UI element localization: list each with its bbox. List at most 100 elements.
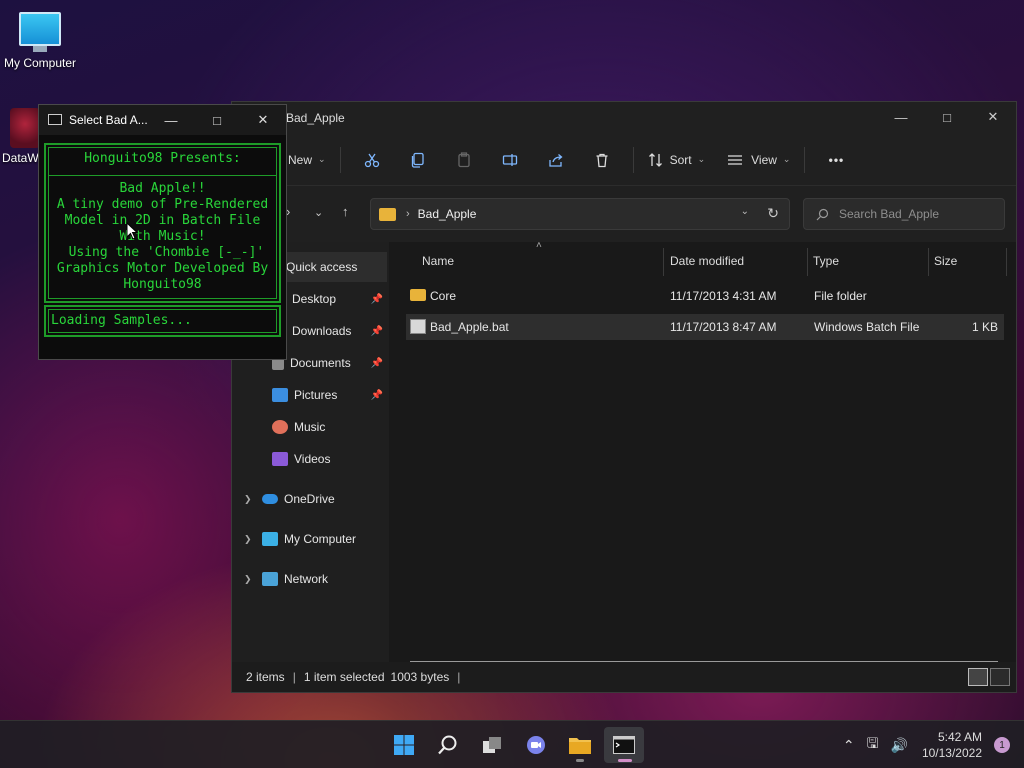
- desktop-icon-my-computer[interactable]: My Computer: [0, 8, 80, 70]
- taskbar-search-button[interactable]: [428, 727, 468, 763]
- nav-item-onedrive[interactable]: ❯ OneDrive: [232, 484, 387, 514]
- chevron-down-icon: ⌄: [318, 154, 326, 164]
- clock[interactable]: 5:42 AM 10/13/2022: [922, 729, 982, 761]
- console-close-button[interactable]: ✕: [240, 105, 286, 135]
- console-minimize-button[interactable]: —: [148, 105, 194, 135]
- close-button[interactable]: ✕: [970, 102, 1016, 132]
- console-line: A tiny demo of Pre-Rendered: [56, 197, 269, 212]
- share-icon: [548, 153, 563, 167]
- delete-button[interactable]: [579, 143, 625, 177]
- chat-icon: [527, 736, 545, 754]
- cloud-icon: [262, 494, 278, 504]
- trash-icon: [596, 153, 608, 167]
- recent-locations-chevron-icon[interactable]: ⌄: [314, 206, 323, 219]
- console-line: With Music!: [119, 229, 206, 244]
- up-arrow-icon[interactable]: ↑: [342, 204, 349, 219]
- nav-item-pictures[interactable]: Pictures 📌: [232, 380, 387, 410]
- column-divider[interactable]: [807, 248, 808, 276]
- nav-item-my-computer[interactable]: ❯ My Computer: [232, 524, 387, 554]
- expand-chevron-icon[interactable]: ❯: [244, 534, 252, 545]
- pictures-icon: [272, 388, 288, 402]
- view-button[interactable]: View ⌄: [721, 143, 796, 177]
- column-divider[interactable]: [928, 248, 929, 276]
- rename-button[interactable]: [487, 143, 533, 177]
- start-button[interactable]: [384, 727, 424, 763]
- chevron-down-icon: ⌄: [697, 154, 706, 164]
- more-options-button[interactable]: •••: [813, 143, 859, 177]
- taskbar: ⌃ 🖫 🔊 5:42 AM 10/13/2022 1: [0, 720, 1024, 768]
- teams-chat-button[interactable]: [516, 727, 556, 763]
- console-line: Model in 2D in Batch File: [64, 213, 261, 228]
- explorer-title: Bad_Apple: [286, 111, 345, 125]
- console-title: Select Bad A...: [69, 113, 148, 127]
- copy-button[interactable]: [395, 143, 441, 177]
- minimize-button[interactable]: —: [878, 102, 924, 132]
- music-icon: [272, 420, 288, 434]
- monitor-icon: [19, 12, 61, 46]
- column-header-date-modified[interactable]: Date modified: [670, 254, 744, 276]
- console-maximize-button[interactable]: □: [194, 105, 240, 135]
- column-header-type[interactable]: Type: [813, 254, 839, 276]
- new-button[interactable]: New ⌄: [282, 143, 332, 177]
- console-status-box: Loading Samples...: [44, 305, 281, 337]
- pin-icon: 📌: [370, 389, 383, 401]
- column-divider[interactable]: [663, 248, 664, 276]
- console-titlebar[interactable]: Select Bad A... — □ ✕: [39, 105, 286, 135]
- search-input[interactable]: [839, 207, 989, 221]
- dataw-icon: [10, 108, 40, 148]
- notification-badge[interactable]: 1: [994, 737, 1010, 753]
- file-row-core[interactable]: Core 11/17/2013 4:31 AM File folder: [406, 283, 1004, 309]
- sort-button[interactable]: Sort ⌄: [642, 143, 712, 177]
- batch-file-icon: [410, 319, 426, 334]
- column-divider[interactable]: [1006, 248, 1007, 276]
- details-view-button[interactable]: [968, 668, 988, 686]
- breadcrumb-bad-apple[interactable]: Bad_Apple: [418, 207, 477, 221]
- console-icon: [48, 114, 62, 125]
- explorer-titlebar[interactable]: Bad_Apple — □ ✕: [232, 102, 1016, 134]
- file-explorer-taskbar-button[interactable]: [560, 727, 600, 763]
- nav-item-videos[interactable]: Videos: [232, 444, 387, 474]
- network-icon: [262, 572, 278, 586]
- view-list-icon: [728, 154, 743, 165]
- scissors-icon: [364, 153, 379, 167]
- clock-time: 5:42 AM: [937, 730, 982, 744]
- file-explorer-window: Bad_Apple — □ ✕ New ⌄ Sort ⌄ View ⌄ ••• …: [231, 101, 1017, 693]
- console-taskbar-button[interactable]: [604, 727, 644, 763]
- search-box[interactable]: [803, 198, 1005, 230]
- videos-icon: [272, 452, 288, 466]
- volume-icon[interactable]: 🔊: [891, 737, 908, 754]
- pin-icon: 📌: [370, 325, 383, 337]
- address-bar[interactable]: › Bad_Apple ⌄ ↻: [370, 198, 790, 230]
- console-window: Select Bad A... — □ ✕ Honguito98 Present…: [38, 104, 287, 360]
- expand-chevron-icon[interactable]: ❯: [244, 574, 252, 585]
- computer-icon: [262, 532, 278, 546]
- maximize-button[interactable]: □: [924, 102, 970, 132]
- cut-button[interactable]: [349, 143, 395, 177]
- clock-date: 10/13/2022: [921, 746, 982, 760]
- desktop-icon-label: DataW: [2, 151, 39, 165]
- expand-chevron-icon[interactable]: ❯: [244, 494, 252, 505]
- desktop-icon-dataw[interactable]: DataW: [0, 108, 40, 165]
- large-icons-view-button[interactable]: [990, 668, 1010, 686]
- show-hidden-icons-chevron-icon[interactable]: ⌃: [843, 737, 855, 754]
- console-line: Bad Apple!!: [119, 181, 206, 196]
- console-line: Using the 'Chombie [-_-]': [60, 245, 265, 260]
- search-icon: [438, 735, 457, 755]
- share-button[interactable]: [533, 143, 579, 177]
- console-line: Honguito98: [123, 277, 202, 292]
- nav-item-network[interactable]: ❯ Network: [232, 564, 387, 594]
- nav-item-music[interactable]: Music: [232, 412, 387, 442]
- column-header-name[interactable]: Name: [422, 254, 454, 276]
- explorer-address-row: › ⌄ ↑ › Bad_Apple ⌄ ↻: [232, 186, 1016, 242]
- pin-icon: 📌: [370, 357, 383, 369]
- status-bar: 2 items | 1 item selected 1003 bytes |: [232, 662, 1016, 692]
- refresh-icon[interactable]: ↻: [767, 205, 779, 222]
- paste-button[interactable]: [441, 143, 487, 177]
- file-row-bad-apple-bat[interactable]: Bad_Apple.bat 11/17/2013 8:47 AM Windows…: [406, 314, 1004, 340]
- selection-count: 1 item selected: [303, 670, 385, 684]
- task-view-button[interactable]: [472, 727, 512, 763]
- column-header-size[interactable]: Size: [934, 254, 957, 276]
- address-dropdown-icon[interactable]: ⌄: [741, 206, 749, 217]
- network-status-icon[interactable]: 🖫: [867, 733, 879, 757]
- task-view-icon: [483, 737, 501, 753]
